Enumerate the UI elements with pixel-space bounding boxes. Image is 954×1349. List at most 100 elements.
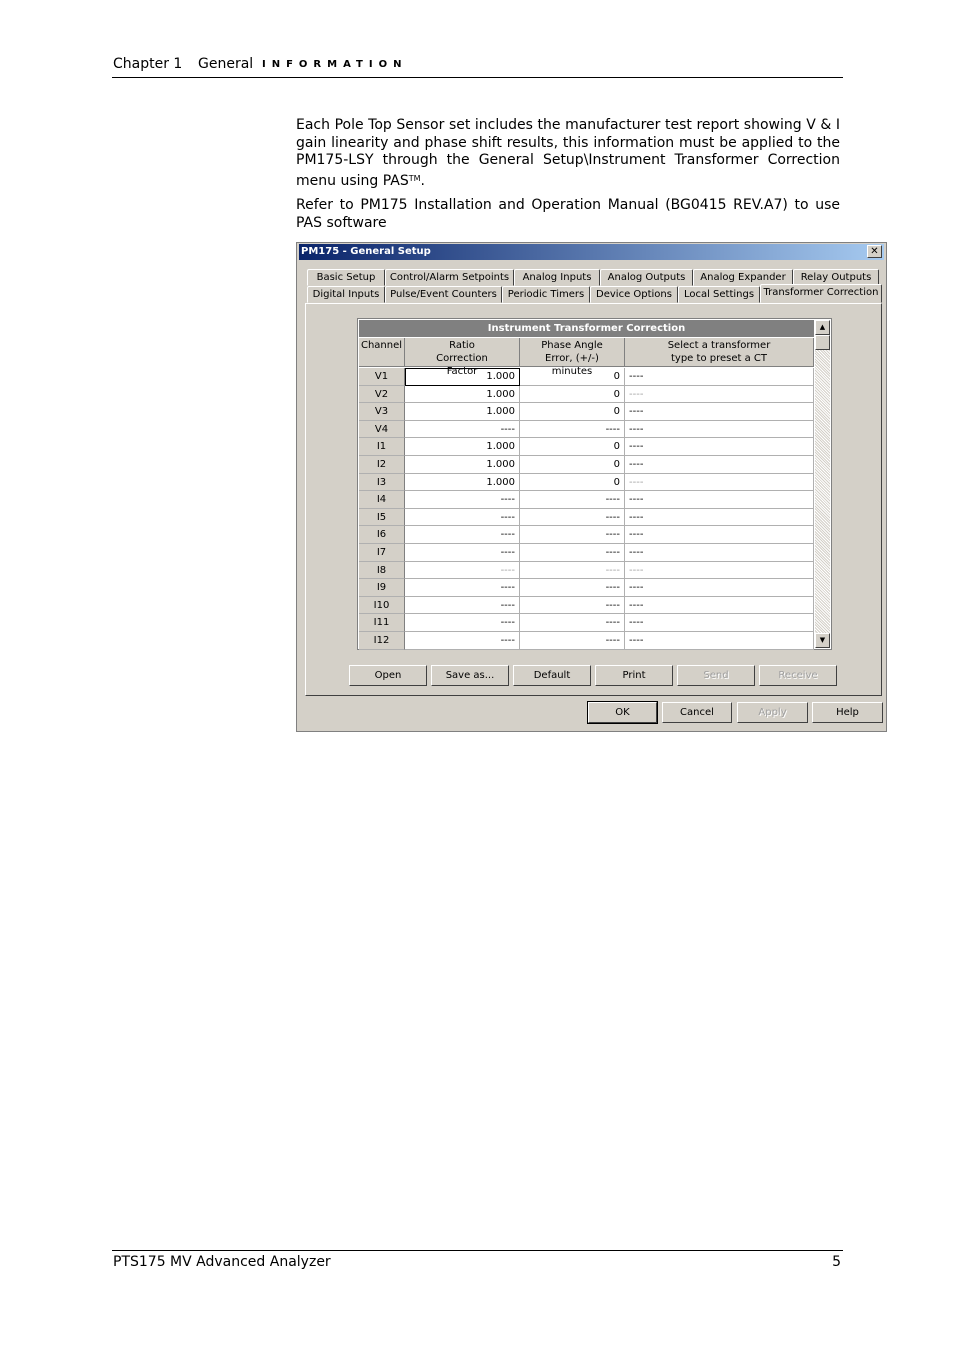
apply-button[interactable]: Apply: [737, 702, 808, 723]
ok-button[interactable]: OK: [587, 701, 658, 724]
transformer-select-cell[interactable]: ----: [625, 491, 814, 509]
tab-digital-inputs[interactable]: Digital Inputs: [307, 286, 385, 303]
ratio-cell[interactable]: ----: [405, 579, 520, 597]
ratio-cell[interactable]: ----: [405, 420, 520, 439]
scroll-up-icon[interactable]: ▲: [815, 320, 830, 335]
table-row[interactable]: I2 1.000 0 ----: [359, 456, 814, 474]
table-row[interactable]: V3 1.000 0 ----: [359, 403, 814, 421]
ratio-cell[interactable]: 1.000: [405, 438, 520, 456]
table-row[interactable]: I3 1.000 0 ----: [359, 473, 814, 492]
transformer-select-cell[interactable]: ----: [625, 385, 814, 404]
transformer-select-cell[interactable]: ----: [625, 456, 814, 474]
phase-cell[interactable]: ----: [520, 491, 625, 509]
tab-control-alarm-setpoints[interactable]: Control/Alarm Setpoints: [385, 269, 514, 286]
table-row[interactable]: I8 ---- ---- ----: [359, 561, 814, 580]
transformer-select-cell[interactable]: ----: [625, 632, 814, 650]
transformer-select-cell[interactable]: ----: [625, 508, 814, 527]
table-row[interactable]: I4 ---- ---- ----: [359, 491, 814, 509]
ratio-cell[interactable]: 1.000: [405, 403, 520, 421]
phase-cell[interactable]: ----: [520, 420, 625, 439]
ratio-cell[interactable]: 1.000: [405, 456, 520, 474]
print-button[interactable]: Print: [595, 665, 673, 686]
general-setup-dialog: PM175 - General Setup ✕ Basic Setup Cont…: [296, 242, 887, 732]
table-row[interactable]: I11 ---- ---- ----: [359, 614, 814, 632]
phase-cell[interactable]: 0: [520, 473, 625, 492]
tab-periodic-timers[interactable]: Periodic Timers: [502, 286, 590, 303]
phase-cell[interactable]: 0: [520, 438, 625, 456]
open-button[interactable]: Open: [349, 665, 427, 686]
table-row[interactable]: I12 ---- ---- ----: [359, 632, 814, 650]
table-row[interactable]: V2 1.000 0 ----: [359, 385, 814, 404]
page-header: Chapter 1 General INFORMATION: [112, 56, 843, 78]
phase-cell[interactable]: ----: [520, 508, 625, 527]
transformer-select-cell[interactable]: ----: [625, 579, 814, 597]
channel-cell: I11: [359, 614, 405, 632]
transformer-select-cell[interactable]: ----: [625, 596, 814, 615]
ratio-cell[interactable]: ----: [405, 596, 520, 615]
send-button[interactable]: Send: [677, 665, 755, 686]
table-row[interactable]: V1 1.000 0 ----: [359, 368, 814, 386]
transformer-select-cell[interactable]: ----: [625, 526, 814, 544]
table-row[interactable]: I5 ---- ---- ----: [359, 508, 814, 527]
phase-cell[interactable]: ----: [520, 596, 625, 615]
page-number: 5: [832, 1254, 841, 1270]
vertical-scrollbar[interactable]: ▲ ▼: [815, 320, 830, 648]
receive-button[interactable]: Receive: [759, 665, 837, 686]
transformer-select-cell[interactable]: ----: [625, 403, 814, 421]
ratio-cell[interactable]: ----: [405, 508, 520, 527]
transformer-select-cell[interactable]: ----: [625, 544, 814, 562]
phase-cell[interactable]: ----: [520, 526, 625, 544]
ratio-cell[interactable]: ----: [405, 614, 520, 632]
trademark-mark: TM: [408, 173, 421, 183]
transformer-select-cell[interactable]: ----: [625, 438, 814, 456]
transformer-correction-grid: Instrument Transformer Correction Channe…: [357, 318, 832, 650]
save-as-button[interactable]: Save as...: [431, 665, 509, 686]
transformer-select-cell[interactable]: ----: [625, 561, 814, 580]
ratio-cell[interactable]: ----: [405, 544, 520, 562]
section-label: General: [198, 56, 254, 72]
transformer-select-cell[interactable]: ----: [625, 420, 814, 439]
tab-analog-outputs[interactable]: Analog Outputs: [600, 269, 693, 286]
phase-cell[interactable]: ----: [520, 579, 625, 597]
transformer-select-cell[interactable]: ----: [625, 614, 814, 632]
grid-title: Instrument Transformer Correction: [359, 320, 814, 337]
tab-basic-setup[interactable]: Basic Setup: [307, 269, 385, 286]
close-icon[interactable]: ✕: [867, 245, 882, 258]
table-row[interactable]: I9 ---- ---- ----: [359, 579, 814, 597]
scroll-down-icon[interactable]: ▼: [815, 633, 830, 648]
table-row[interactable]: I10 ---- ---- ----: [359, 596, 814, 615]
tab-pulse-event-counters[interactable]: Pulse/Event Counters: [385, 286, 502, 303]
table-row[interactable]: I7 ---- ---- ----: [359, 544, 814, 562]
tab-transformer-correction[interactable]: Transformer Correction: [760, 284, 882, 303]
channel-cell: I10: [359, 596, 405, 615]
scroll-thumb[interactable]: [815, 335, 830, 350]
ratio-cell[interactable]: ----: [405, 491, 520, 509]
footer-title: PTS175 MV Advanced Analyzer: [113, 1254, 331, 1270]
cancel-button[interactable]: Cancel: [662, 702, 732, 723]
phase-cell[interactable]: ----: [520, 561, 625, 580]
default-button[interactable]: Default: [513, 665, 591, 686]
channel-cell: V1: [359, 368, 405, 386]
transformer-select-cell[interactable]: ----: [625, 473, 814, 492]
table-row[interactable]: V4 ---- ---- ----: [359, 420, 814, 439]
transformer-select-cell[interactable]: ----: [625, 368, 814, 386]
ratio-cell[interactable]: 1.000: [405, 368, 520, 386]
phase-cell[interactable]: ----: [520, 614, 625, 632]
phase-cell[interactable]: ----: [520, 632, 625, 650]
tab-local-settings[interactable]: Local Settings: [678, 286, 760, 303]
phase-cell[interactable]: 0: [520, 456, 625, 474]
phase-cell[interactable]: 0: [520, 368, 625, 386]
ratio-cell[interactable]: ----: [405, 632, 520, 650]
ratio-cell[interactable]: 1.000: [405, 473, 520, 492]
phase-cell[interactable]: 0: [520, 385, 625, 404]
ratio-cell[interactable]: ----: [405, 561, 520, 580]
phase-cell[interactable]: 0: [520, 403, 625, 421]
table-row[interactable]: I1 1.000 0 ----: [359, 438, 814, 456]
tab-device-options[interactable]: Device Options: [590, 286, 678, 303]
ratio-cell[interactable]: 1.000: [405, 385, 520, 404]
phase-cell[interactable]: ----: [520, 544, 625, 562]
tab-analog-inputs[interactable]: Analog Inputs: [514, 269, 600, 286]
help-button[interactable]: Help: [812, 702, 883, 723]
ratio-cell[interactable]: ----: [405, 526, 520, 544]
table-row[interactable]: I6 ---- ---- ----: [359, 526, 814, 544]
